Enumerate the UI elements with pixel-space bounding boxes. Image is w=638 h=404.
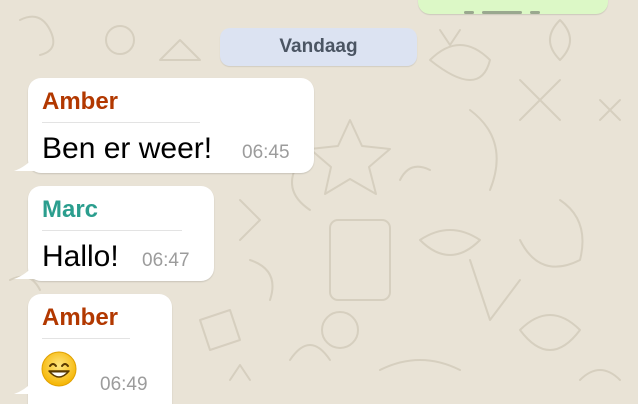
- date-separator: Vandaag: [220, 28, 417, 66]
- message-text: Hallo!: [42, 240, 119, 273]
- message-bubble[interactable]: Amber 06:49: [14, 294, 172, 404]
- outgoing-message-partial: [464, 10, 584, 14]
- bubble-tail: [14, 378, 36, 394]
- message-time: 06:45: [242, 142, 290, 163]
- message-sender: Marc: [42, 196, 99, 223]
- message-time: 06:49: [100, 374, 148, 395]
- message-bubble[interactable]: Marc Hallo! 06:47: [14, 186, 214, 281]
- grinning-face-icon: [41, 351, 77, 387]
- message-sender: Amber: [42, 304, 119, 331]
- sender-divider: [42, 338, 130, 339]
- message-text: Ben er weer!: [42, 132, 213, 165]
- date-separator-label: Vandaag: [279, 36, 358, 57]
- message-time: 06:47: [142, 250, 190, 271]
- message-sender: Amber: [42, 88, 119, 115]
- bubble-tail: [14, 263, 36, 279]
- bubble-tail: [14, 155, 36, 171]
- sender-divider: [42, 230, 182, 231]
- message-bubble[interactable]: Amber Ben er weer! 06:45: [14, 78, 314, 173]
- sender-divider: [42, 122, 200, 123]
